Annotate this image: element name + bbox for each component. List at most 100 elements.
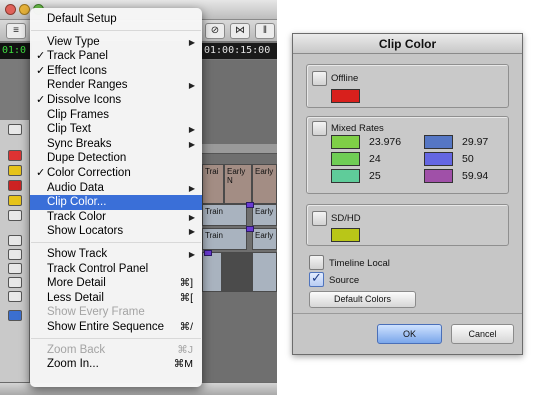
timeline-clip[interactable] bbox=[222, 252, 252, 292]
red-segment-icon[interactable] bbox=[8, 180, 22, 191]
rate-2997-swatch[interactable] bbox=[424, 135, 453, 149]
source-label: Source bbox=[329, 275, 360, 286]
submenu-arrow-icon: ▶ bbox=[188, 139, 195, 149]
offline-checkbox[interactable] bbox=[312, 71, 327, 86]
no-entry-icon[interactable]: ⊘ bbox=[205, 23, 225, 39]
checkmark-icon: ✓ bbox=[36, 64, 46, 77]
menu-item-label: Less Detail bbox=[47, 291, 104, 304]
grid-small-icon[interactable] bbox=[8, 249, 22, 260]
red-arrow-icon[interactable] bbox=[8, 150, 22, 161]
menu-item-sync-breaks[interactable]: Sync Breaks ▶ bbox=[30, 137, 202, 152]
dialog-divider bbox=[293, 313, 522, 314]
menu-item-label: Show Every Frame bbox=[47, 306, 145, 319]
rate-label: 25 bbox=[369, 170, 381, 182]
ok-button[interactable]: OK bbox=[377, 324, 442, 344]
menu-item-show-entire-sequence[interactable]: Show Entire Sequence ⌘/ bbox=[30, 320, 202, 335]
dialog-title: Clip Color bbox=[293, 34, 522, 54]
minimize-window-button[interactable] bbox=[19, 4, 30, 15]
checkmark-icon: ✓ bbox=[36, 167, 46, 179]
monitor-icon[interactable] bbox=[8, 210, 22, 221]
menu-item-track-control-panel[interactable]: Track Control Panel bbox=[30, 262, 202, 277]
stack-icon[interactable] bbox=[8, 277, 22, 288]
grid-icon[interactable] bbox=[8, 235, 22, 246]
menu-item-label: Dissolve Icons bbox=[47, 94, 122, 106]
menu-item-label: Zoom In... bbox=[47, 358, 99, 371]
menu-item-effect-icons[interactable]: ✓ Effect Icons bbox=[30, 64, 202, 79]
locator-marker[interactable] bbox=[246, 202, 254, 208]
waveform-icon[interactable] bbox=[8, 310, 22, 321]
menu-item-color-correction[interactable]: ✓ Color Correction bbox=[30, 166, 202, 181]
list-icon[interactable] bbox=[8, 124, 22, 135]
rate-50-swatch[interactable] bbox=[424, 152, 453, 166]
menu-item-default-setup[interactable]: Default Setup bbox=[30, 12, 202, 27]
menu-item-label: Clip Frames bbox=[47, 108, 109, 121]
close-window-button[interactable] bbox=[5, 4, 16, 15]
rate-24-swatch[interactable] bbox=[331, 152, 360, 166]
menu-item-show-every-frame: Show Every Frame bbox=[30, 305, 202, 320]
bowtie-icon[interactable]: ⋈ bbox=[230, 23, 250, 39]
menu-item-clip-text[interactable]: Clip Text ▶ bbox=[30, 122, 202, 137]
timeline-ruler[interactable] bbox=[202, 144, 277, 154]
timeline-clip[interactable]: Early bbox=[252, 228, 277, 250]
menu-item-less-detail[interactable]: Less Detail ⌘[ bbox=[30, 291, 202, 306]
submenu-arrow-icon: ▶ bbox=[188, 212, 195, 222]
timeline-clip[interactable] bbox=[252, 252, 277, 292]
fast-menu-icon[interactable]: ≡ bbox=[6, 23, 26, 39]
timeline-clip[interactable]: Train bbox=[202, 204, 247, 226]
layers-icon[interactable] bbox=[8, 291, 22, 302]
yellow-segment-icon[interactable] bbox=[8, 195, 22, 206]
timeline-local-label: Timeline Local bbox=[329, 258, 390, 269]
menu-item-audio-data[interactable]: Audio Data ▶ bbox=[30, 181, 202, 196]
menu-item-track-panel[interactable]: ✓ Track Panel bbox=[30, 49, 202, 64]
yellow-arrow-icon[interactable] bbox=[8, 165, 22, 176]
timeline-local-checkbox[interactable] bbox=[309, 255, 324, 270]
source-checkbox[interactable]: ✓ bbox=[309, 270, 324, 287]
menu-item-track-color[interactable]: Track Color ▶ bbox=[30, 210, 202, 225]
menu-item-show-locators[interactable]: Show Locators ▶ bbox=[30, 224, 202, 239]
mixed-rates-checkbox[interactable] bbox=[312, 121, 327, 136]
locator-marker[interactable] bbox=[246, 226, 254, 232]
timeline-clip[interactable]: Early N bbox=[224, 164, 252, 204]
submenu-arrow-icon: ▶ bbox=[188, 227, 195, 237]
rate-5994-swatch[interactable] bbox=[424, 169, 453, 183]
menu-shortcut: ⌘M bbox=[173, 358, 193, 371]
menu-item-clip-color[interactable]: Clip Color... bbox=[30, 195, 202, 211]
menu-item-label: Track Color bbox=[47, 210, 106, 223]
rate-23976-swatch[interactable] bbox=[331, 135, 360, 149]
offline-color-swatch[interactable] bbox=[331, 89, 360, 103]
sd-hd-color-swatch[interactable] bbox=[331, 228, 360, 242]
timeline-timecode: 01:00:15:00 bbox=[202, 43, 277, 59]
menu-item-clip-frames[interactable]: Clip Frames bbox=[30, 108, 202, 123]
timeline-clip[interactable]: Early bbox=[252, 204, 277, 226]
rate-25-swatch[interactable] bbox=[331, 169, 360, 183]
split-icon[interactable]: ‖ bbox=[255, 23, 275, 39]
timeline-clip[interactable]: Early bbox=[252, 164, 277, 204]
menu-separator bbox=[31, 337, 201, 339]
menu-separator bbox=[31, 29, 201, 31]
menu-item-zoom-in[interactable]: Zoom In... ⌘M bbox=[30, 357, 202, 372]
menu-separator bbox=[31, 242, 201, 243]
menu-item-label: Dupe Detection bbox=[47, 152, 127, 165]
menu-item-label: Zoom Back bbox=[47, 343, 106, 356]
menu-item-view-type[interactable]: View Type ▶ bbox=[30, 35, 202, 50]
menu-item-dupe-detection[interactable]: Dupe Detection bbox=[30, 151, 202, 166]
offline-group: Offline bbox=[306, 64, 509, 108]
menu-item-zoom-back: Zoom Back ⌘J bbox=[30, 343, 202, 358]
locator-marker[interactable] bbox=[204, 250, 212, 256]
default-colors-button[interactable]: Default Colors bbox=[309, 291, 416, 308]
cancel-button[interactable]: Cancel bbox=[451, 324, 514, 344]
timeline-clip[interactable] bbox=[202, 252, 222, 292]
sd-hd-checkbox[interactable] bbox=[312, 211, 327, 226]
menu-shortcut: ⌘/ bbox=[179, 321, 193, 333]
timeline-clip[interactable]: Train bbox=[202, 228, 247, 250]
submenu-arrow-icon: ▶ bbox=[188, 81, 195, 91]
sliders-icon[interactable] bbox=[8, 263, 22, 274]
menu-item-label: Color Correction bbox=[47, 167, 131, 179]
timeline-tracks: Trai Early N Early Train Early Train Ear… bbox=[202, 60, 277, 395]
menu-item-more-detail[interactable]: More Detail ⌘] bbox=[30, 276, 202, 291]
menu-item-dissolve-icons[interactable]: ✓ Dissolve Icons bbox=[30, 93, 202, 108]
rate-label: 50 bbox=[462, 153, 474, 165]
menu-item-show-track[interactable]: Show Track ▶ bbox=[30, 247, 202, 262]
timeline-clip[interactable]: Trai bbox=[202, 164, 224, 204]
menu-item-render-ranges[interactable]: Render Ranges ▶ bbox=[30, 78, 202, 93]
